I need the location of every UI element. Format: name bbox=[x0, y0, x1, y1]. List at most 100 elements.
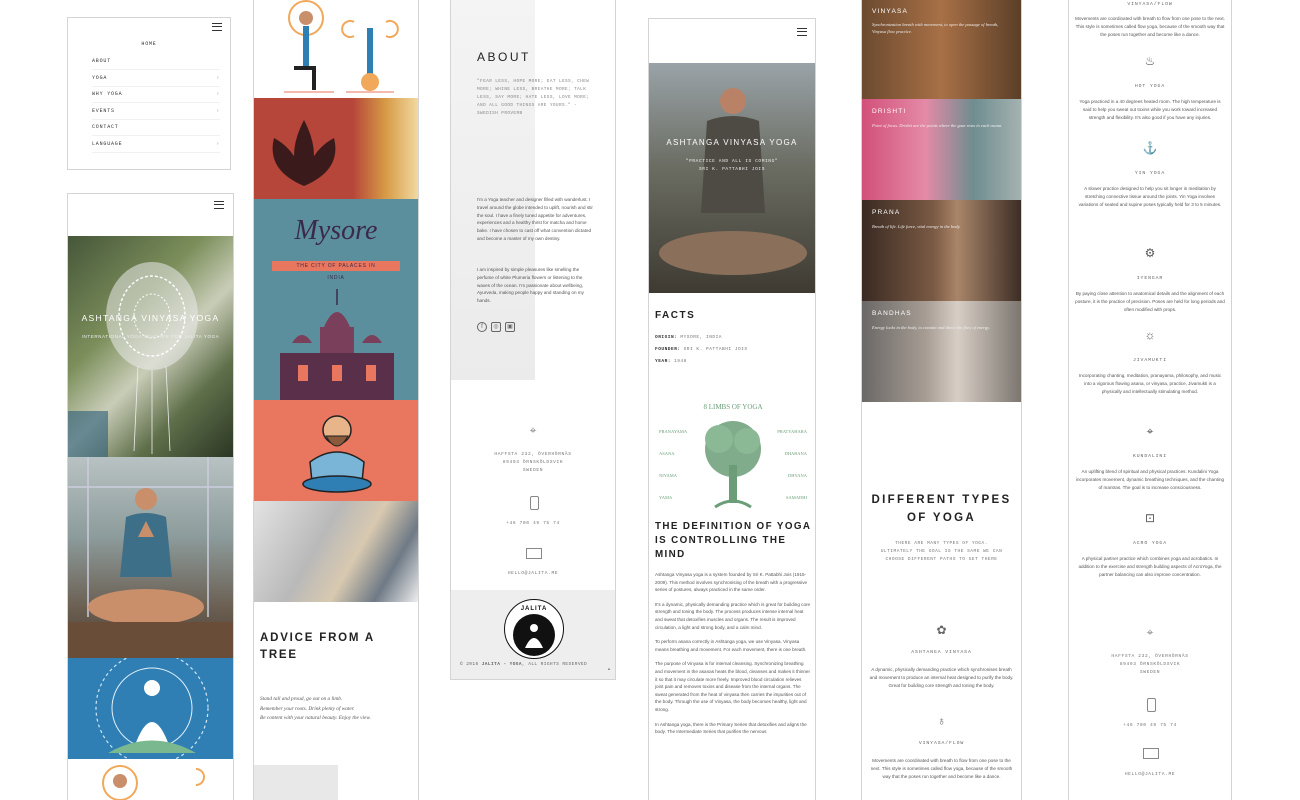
fact-label: YEAR: bbox=[655, 359, 672, 364]
limbs-left-list: PRANAYAMA ASANA NIYAMA YAMA bbox=[659, 421, 699, 509]
vinyasa-flow-description: Movements are coordinated with breath to… bbox=[1075, 16, 1225, 37]
facts-heading: FACTS bbox=[655, 310, 696, 321]
chevron-right-icon[interactable]: › bbox=[216, 108, 220, 114]
bearded-yogi-figure bbox=[302, 415, 372, 493]
footer: JALITA © 2016 JALITA - YOGA, ALL RIGHTS … bbox=[451, 590, 615, 679]
mail-icon bbox=[1143, 748, 1159, 759]
menu-item[interactable]: ABOUT bbox=[92, 54, 220, 70]
jalita-logo[interactable]: JALITA bbox=[504, 599, 564, 659]
limb-label: PRANAYAMA bbox=[659, 429, 688, 434]
address-line-3: SWEDEN bbox=[1139, 670, 1161, 675]
yoga-type-description: Yoga practiced in a 40 degrees heated ro… bbox=[1079, 99, 1221, 120]
email-link[interactable]: HELLO@JALITA.ME bbox=[1069, 771, 1231, 779]
limb-label: YAMA bbox=[659, 495, 673, 500]
phone-icon bbox=[530, 496, 539, 510]
mobile-home-frame: ASHTANGA VINYASA YOGA INTERNATIONAL YOGA… bbox=[67, 193, 234, 800]
advice-title: ADVICE FROM A TREE bbox=[260, 632, 375, 661]
fact-value: 1948 bbox=[674, 359, 687, 364]
fact-value: SRI K. PATTABHI JOIS bbox=[683, 347, 748, 352]
phone-icon bbox=[1147, 698, 1156, 712]
drishti-description: Point of focus. Drishti are the points w… bbox=[872, 123, 1003, 128]
chevron-right-icon[interactable]: › bbox=[216, 75, 220, 81]
address-line-2: 89493 ÖRNSKÖLDSVIK bbox=[502, 460, 564, 465]
hamburger-menu-icon[interactable] bbox=[797, 28, 807, 36]
menu-item[interactable]: EVENTS › bbox=[92, 104, 220, 120]
hamburger-menu-icon[interactable] bbox=[212, 23, 222, 31]
menu-item[interactable]: CONTACT bbox=[92, 120, 220, 136]
yoga-type-title: ACRO YOGA bbox=[1132, 541, 1167, 546]
back-to-top-icon[interactable]: ▲ bbox=[607, 666, 611, 671]
logo-text: JALITA bbox=[520, 606, 548, 612]
social-links: f ◎ ▣ bbox=[477, 322, 515, 332]
address-line-1: HAFFSTA 232, ÖVERHÖRNÄS bbox=[1111, 654, 1189, 659]
bottom-photo bbox=[254, 765, 338, 800]
menu-item[interactable]: WHY YOGA › bbox=[92, 87, 220, 103]
lightbulb-icon: ♨ bbox=[1144, 54, 1156, 68]
menu-item[interactable]: YOGA › bbox=[92, 71, 220, 87]
advice-text: Stand tall and proud, go out on a limb. R… bbox=[260, 695, 415, 724]
bandhas-label: BANDHAS bbox=[872, 310, 912, 317]
yoga-type-title: JIVAMUKTI bbox=[1132, 358, 1167, 363]
yoga-type-title: YIN YOGA bbox=[1134, 171, 1166, 176]
menu-item-home[interactable]: HOME bbox=[68, 41, 230, 47]
limbs-infographic: 8 LIMBS OF YOGA PRANAYAMA ASANA NIYAMA YAMA… bbox=[655, 403, 811, 513]
vinyasa-flow-description: Movements are coordinated with breath to… bbox=[870, 758, 1013, 779]
chevron-right-icon[interactable]: › bbox=[216, 141, 220, 147]
anchor-icon: ⚓ bbox=[1142, 141, 1158, 155]
dreamcatcher-photo bbox=[68, 262, 198, 457]
mysore-banner: THE CITY OF PALACES IN bbox=[272, 261, 400, 271]
drishti-block[interactable]: DRISHTI Point of focus. Drishti are the … bbox=[862, 99, 1021, 200]
prana-block[interactable]: PRANA Breath of life. Life force, vital … bbox=[862, 200, 1021, 301]
fact-label: FOUNDER: bbox=[655, 347, 681, 352]
ashtanga-detail-frame: ASHTANGA VINYASA YOGA "PRACTICE AND ALL … bbox=[648, 18, 816, 800]
fact-value: MYSORE, INDIA bbox=[680, 335, 723, 340]
yoga-figures-illustration bbox=[284, 0, 399, 93]
meditating-man-figure bbox=[659, 88, 807, 275]
focus-icon: ⊡ bbox=[1144, 511, 1156, 525]
about-paragraph-1: I'm a Yoga teacher and designer filled w… bbox=[477, 197, 593, 241]
smoke-photo bbox=[254, 501, 418, 602]
vinyasa-flow-title: VINYASA/FLOW bbox=[918, 741, 965, 746]
facebook-icon[interactable]: f bbox=[477, 322, 487, 332]
copyright-prefix: © 2016 bbox=[460, 662, 482, 667]
yoga-type-title: HOT YOGA bbox=[1134, 84, 1166, 89]
hamburger-menu-icon[interactable] bbox=[214, 201, 224, 209]
bandhas-block[interactable]: BANDHAS Energy locks in the body, to con… bbox=[862, 301, 1021, 402]
ashtanga-body-text: Ashtanga Vinyasa yoga is a system founde… bbox=[655, 571, 811, 743]
facts-list: ORIGIN: MYSORE, INDIA FOUNDER: SRI K. PATTA… bbox=[655, 332, 805, 368]
instagram-icon[interactable]: ◎ bbox=[491, 322, 501, 332]
address-line-2: 89493 ÖRNSKÖLDSVIK bbox=[1119, 662, 1181, 667]
copyright: © 2016 JALITA - YOGA, ALL RIGHTS RESERVE… bbox=[460, 662, 587, 667]
menu-item[interactable]: LANGUAGE › bbox=[92, 137, 220, 153]
lightbulb-icon: ☼ bbox=[1144, 328, 1156, 342]
phone-link[interactable]: +46 700 49 75 74 bbox=[451, 520, 615, 528]
vinyasa-label: VINYASA bbox=[872, 8, 909, 15]
yoga-type-description: An uplifting blend of spiritual and phys… bbox=[1075, 469, 1225, 490]
limb-label: SAMADHI bbox=[785, 495, 807, 500]
limbs-right-list: PRATYAHARA DHARANA DHYANA SAMADHI bbox=[767, 421, 807, 509]
limb-label: DHARANA bbox=[784, 451, 808, 456]
mysore-title: Mysore bbox=[294, 215, 378, 246]
illustrations-frame: Mysore THE CITY OF PALACES IN INDIA ADVI… bbox=[253, 0, 419, 800]
bandhas-description: Energy locks in the body, to contain and… bbox=[872, 325, 990, 330]
fact-row: FOUNDER: SRI K. PATTABHI JOIS bbox=[655, 344, 805, 356]
advice-line: Stand tall and proud, go out on a limb. bbox=[260, 696, 343, 702]
chevron-right-icon[interactable]: › bbox=[216, 91, 220, 97]
vinyasa-block[interactable]: VINYASA Synchronization breath with move… bbox=[862, 0, 1021, 99]
body-paragraph: To perform asana correctly in Ashtanga y… bbox=[655, 639, 807, 652]
ashtanga-hero-quote: "PRACTICE AND ALL IS COMING" bbox=[685, 159, 779, 164]
yoga-type-description: Incorporating chanting, meditation, pran… bbox=[1078, 373, 1222, 394]
advice-line: Be content with your natural beauty. Enj… bbox=[260, 715, 371, 721]
email-link[interactable]: HELLO@JALITA.ME bbox=[451, 570, 615, 578]
mysore-illustration: Mysore THE CITY OF PALACES IN INDIA bbox=[254, 199, 418, 401]
menu-item-label: CONTACT bbox=[92, 124, 119, 130]
location-pin-icon: ⌖ bbox=[1146, 625, 1154, 639]
copyright-suffix: , ALL RIGHTS RESERVED bbox=[522, 662, 588, 667]
yoga-type-title: IYENGAR bbox=[1136, 276, 1164, 281]
linkedin-icon[interactable]: ▣ bbox=[505, 322, 515, 332]
hero-subtitle: INTERNATIONAL YOGA TEACHER FOR JALITA YO… bbox=[81, 334, 220, 339]
prana-label: PRANA bbox=[872, 209, 901, 216]
yoga-type-description: A physical partner practice which combin… bbox=[1078, 556, 1222, 577]
phone-link[interactable]: +46 700 49 75 74 bbox=[1069, 722, 1231, 730]
body-paragraph: It's a dynamic, physically demanding pra… bbox=[655, 601, 811, 630]
